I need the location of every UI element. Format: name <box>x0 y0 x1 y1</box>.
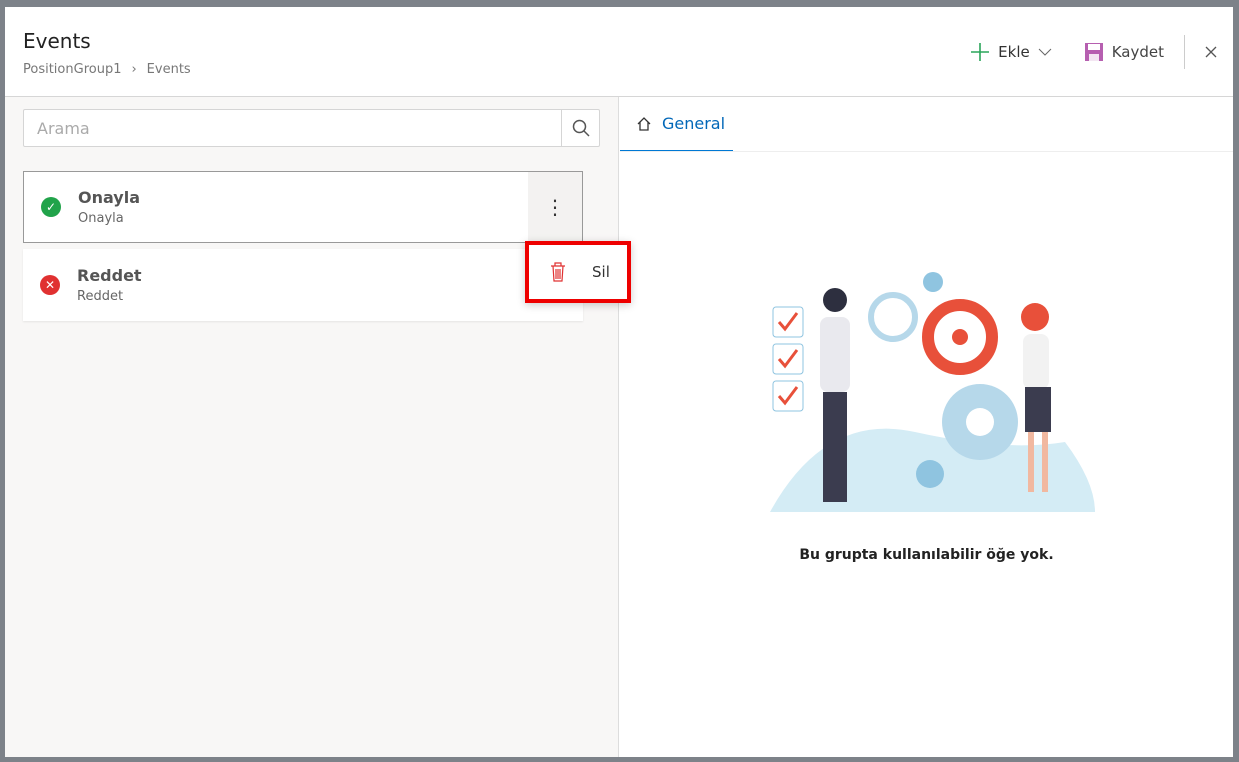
list-item-onayla[interactable]: ✓ Onayla Onayla ⋮ <box>23 171 583 243</box>
save-label: Kaydet <box>1111 43 1164 61</box>
delete-label: Sil <box>592 263 610 281</box>
search-input[interactable] <box>24 110 561 146</box>
delete-menu-item[interactable]: Sil <box>529 262 627 282</box>
breadcrumb: PositionGroup1 › Events <box>23 62 191 77</box>
toolbar: Ekle Kaydet <box>954 35 1233 69</box>
events-list-pane: ✓ Onayla Onayla ⋮ ✕ Reddet Reddet <box>5 97 619 757</box>
events-panel: Events PositionGroup1 › Events Ekle Kayd… <box>5 7 1233 757</box>
divider <box>1184 35 1185 69</box>
plus-icon <box>971 43 990 61</box>
save-icon <box>1084 43 1103 61</box>
error-circle-icon: ✕ <box>40 275 60 295</box>
divider <box>620 151 1233 152</box>
item-title: Reddet <box>77 266 142 285</box>
home-icon <box>637 116 651 131</box>
search-box <box>23 109 600 147</box>
search-icon <box>572 119 590 137</box>
close-button[interactable] <box>1189 46 1233 58</box>
detail-pane: General Bu grupta kullanılabilir öğe yok… <box>620 97 1233 757</box>
breadcrumb-item: Events <box>146 62 191 77</box>
add-label: Ekle <box>998 43 1030 61</box>
tab-label: General <box>662 114 726 133</box>
save-button[interactable]: Kaydet <box>1068 42 1180 62</box>
page-title: Events <box>23 29 91 53</box>
chevron-down-icon <box>1038 48 1052 56</box>
check-circle-icon: ✓ <box>41 197 61 217</box>
add-button[interactable]: Ekle <box>954 42 1068 62</box>
close-icon <box>1205 46 1217 58</box>
more-options-button[interactable]: ⋮ <box>528 172 582 242</box>
more-vertical-icon: ⋮ <box>545 195 565 219</box>
tab-general[interactable]: General <box>620 97 734 152</box>
context-menu: Sil <box>525 241 631 303</box>
chevron-right-icon: › <box>131 62 137 77</box>
item-subtitle: Onayla <box>78 211 124 226</box>
list-item-reddet[interactable]: ✕ Reddet Reddet <box>23 249 583 321</box>
empty-state-illustration <box>770 272 1095 512</box>
trash-icon <box>551 262 565 282</box>
empty-state-message: Bu grupta kullanılabilir öğe yok. <box>799 547 1054 563</box>
item-title: Onayla <box>78 188 141 207</box>
item-subtitle: Reddet <box>77 289 124 304</box>
search-button[interactable] <box>561 110 599 146</box>
breadcrumb-item[interactable]: PositionGroup1 <box>23 62 121 77</box>
